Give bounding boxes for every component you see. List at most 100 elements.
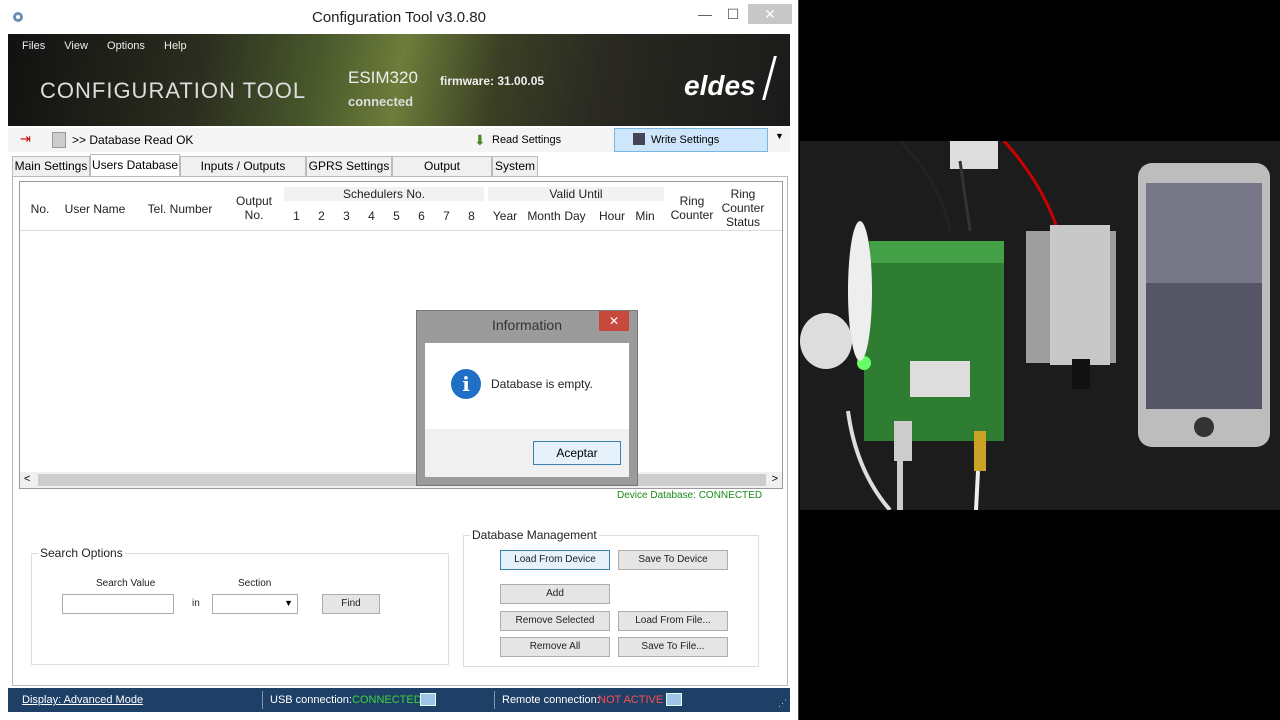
col-scheduler[interactable]: 6 — [409, 209, 434, 223]
menu-help[interactable]: Help — [164, 40, 187, 52]
information-dialog: Information ✕ i Database is empty. Acept… — [416, 310, 638, 486]
col-scheduler[interactable]: 3 — [334, 209, 359, 223]
device-status: connected — [348, 94, 414, 109]
dialog-message: Database is empty. — [491, 377, 593, 391]
database-management-title: Database Management — [470, 528, 599, 542]
toolbar: ⇥ >> Database Read OK ⬇ Read Settings Wr… — [8, 128, 790, 152]
tab-output-schedulers[interactable]: Output Schedulers — [392, 156, 492, 192]
search-value-label: Search Value — [96, 578, 156, 589]
menu-bar: Files View Options Help — [22, 40, 203, 52]
col-user-name[interactable]: User Name — [60, 202, 130, 216]
toolbar-dropdown-icon[interactable]: ▼ — [775, 131, 784, 141]
in-label: in — [192, 598, 200, 609]
search-value-input[interactable] — [62, 594, 174, 614]
remote-connection-value: NOT ACTIVE — [598, 694, 664, 706]
download-arrow-icon: ⬇ — [474, 132, 486, 148]
floppy-disk-icon — [633, 133, 645, 145]
status-separator — [494, 691, 495, 709]
col-ring-counter-status[interactable]: Ring Counter Status — [718, 187, 768, 229]
col-scheduler[interactable]: 8 — [459, 209, 484, 223]
col-scheduler[interactable]: 2 — [309, 209, 334, 223]
resize-grip-icon[interactable]: ⋰ — [778, 698, 787, 709]
tab-main-settings[interactable]: Main Settings — [12, 156, 90, 176]
col-scheduler[interactable]: 1 — [284, 209, 309, 223]
tab-gprs-settings[interactable]: GPRS Settings — [306, 156, 392, 176]
logo-slash — [762, 56, 777, 100]
col-scheduler[interactable]: 4 — [359, 209, 384, 223]
app-name: CONFIGURATION TOOL — [40, 78, 307, 103]
device-database-status: Device Database: CONNECTED — [617, 490, 763, 501]
search-options-group: Search Options Search Value in Section ▼… — [31, 546, 449, 665]
find-button[interactable]: Find — [322, 594, 380, 614]
users-grid[interactable]: No. User Name Tel. Number Output No. Sch… — [19, 181, 783, 489]
horizontal-scrollbar[interactable]: < > — [20, 472, 782, 488]
window-title: Configuration Tool v3.0.80 — [311, 9, 486, 26]
section-label: Section — [238, 578, 272, 589]
aceptar-button[interactable]: Aceptar — [533, 441, 621, 465]
usb-connection-value: CONNECTED — [352, 694, 422, 706]
col-no[interactable]: No. — [24, 202, 56, 216]
col-day[interactable]: Day — [560, 209, 590, 223]
usb-monitor-icon — [420, 693, 436, 706]
exit-icon[interactable]: ⇥ — [20, 132, 34, 146]
search-options-title: Search Options — [38, 546, 125, 560]
add-button[interactable]: Add — [500, 584, 610, 604]
scroll-right-icon[interactable]: > — [772, 473, 778, 485]
remove-all-button[interactable]: Remove All — [500, 637, 610, 657]
col-month[interactable]: Month — [524, 209, 564, 223]
save-to-device-button[interactable]: Save To Device — [618, 550, 728, 570]
app-window: Configuration Tool v3.0.80 — ☐ ✕ Files V… — [0, 0, 799, 720]
col-output-no[interactable]: Output No. — [226, 194, 282, 222]
tab-inputs-outputs[interactable]: Inputs / Outputs Control — [180, 156, 306, 192]
dialog-close-button[interactable]: ✕ — [599, 311, 629, 331]
tab-system[interactable]: System — [492, 156, 538, 176]
col-scheduler[interactable]: 7 — [434, 209, 459, 223]
maximize-button[interactable]: ☐ — [718, 4, 748, 24]
col-ring-counter[interactable]: Ring Counter — [670, 194, 714, 222]
write-settings-label: Write Settings — [651, 134, 720, 146]
col-min[interactable]: Min — [630, 209, 660, 223]
usb-connection-label: USB connection: — [270, 694, 352, 706]
load-from-file-button[interactable]: Load From File... — [618, 611, 728, 631]
valid-until-group-header: Valid Until — [488, 187, 664, 201]
info-icon: i — [451, 369, 481, 399]
menu-files[interactable]: Files — [22, 40, 45, 52]
dialog-body: i Database is empty. Aceptar — [425, 343, 629, 477]
col-hour[interactable]: Hour — [596, 209, 628, 223]
hardware-photo — [800, 141, 1280, 510]
schedulers-group-header: Schedulers No. — [284, 187, 484, 201]
section-select[interactable]: ▼ — [212, 594, 298, 614]
title-bar: Configuration Tool v3.0.80 — ☐ ✕ — [0, 0, 798, 34]
load-from-device-button[interactable]: Load From Device — [500, 550, 610, 570]
device-video-feed — [800, 141, 1280, 510]
status-bar: Display: Advanced Mode USB connection: C… — [8, 688, 790, 712]
menu-options[interactable]: Options — [107, 40, 145, 52]
remote-connection-label: Remote connection: — [502, 694, 600, 706]
write-settings-button[interactable]: Write Settings — [614, 128, 768, 152]
close-button[interactable]: ✕ — [748, 4, 792, 24]
users-database-panel: No. User Name Tel. Number Output No. Sch… — [12, 176, 788, 686]
remote-monitor-icon — [666, 693, 682, 706]
col-scheduler[interactable]: 5 — [384, 209, 409, 223]
header-banner: Files View Options Help CONFIGURATION TO… — [8, 34, 790, 126]
menu-view[interactable]: View — [64, 40, 88, 52]
scroll-left-icon[interactable]: < — [24, 473, 30, 485]
remove-selected-button[interactable]: Remove Selected — [500, 611, 610, 631]
grid-header: No. User Name Tel. Number Output No. Sch… — [20, 182, 782, 231]
scroll-thumb[interactable] — [38, 474, 766, 486]
col-year[interactable]: Year — [488, 209, 522, 223]
display-mode-link[interactable]: Display: Advanced Mode — [22, 694, 143, 706]
read-settings-label: Read Settings — [492, 134, 562, 146]
eldes-logo: eldes — [684, 70, 756, 101]
save-to-file-button[interactable]: Save To File... — [618, 637, 728, 657]
read-settings-button[interactable]: ⬇ Read Settings — [474, 131, 561, 149]
device-model: ESIM320 — [348, 68, 418, 87]
firmware-version: firmware: 31.00.05 — [440, 74, 545, 88]
database-management-group: Database Management Load From Device Sav… — [463, 528, 759, 667]
status-separator — [262, 691, 263, 709]
minimize-button[interactable]: — — [690, 4, 720, 24]
database-icon — [52, 132, 66, 148]
col-tel-number[interactable]: Tel. Number — [140, 202, 220, 216]
chevron-down-icon: ▼ — [284, 598, 293, 608]
tab-users-database[interactable]: Users Database — [90, 154, 180, 176]
